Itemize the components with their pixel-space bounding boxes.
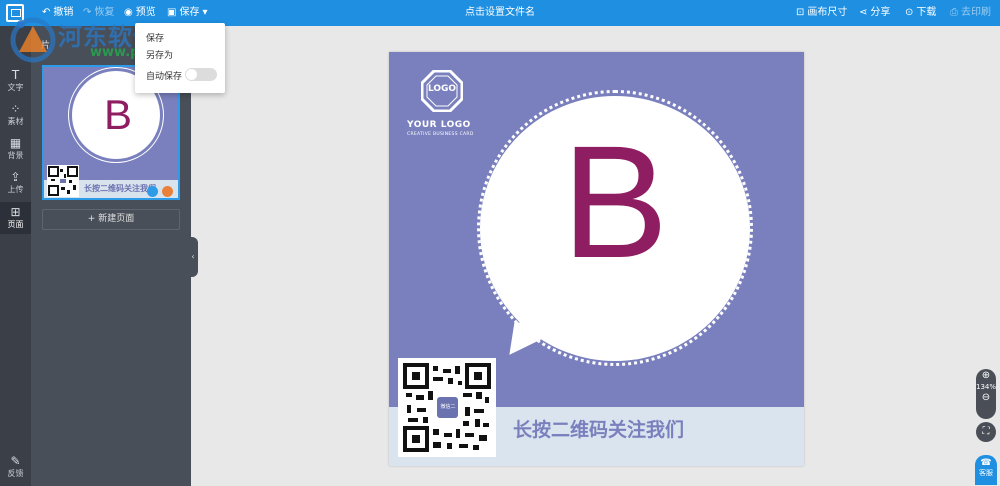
plus-icon: + <box>87 214 99 224</box>
panel-collapse-handle[interactable]: ‹ <box>188 237 198 277</box>
card-caption[interactable]: 长按二维码关注我们 <box>513 415 684 442</box>
background-icon: ▦ <box>9 136 22 150</box>
logo-text[interactable]: YOUR LOGO <box>407 120 471 130</box>
share-icon: ⋖ <box>859 7 868 18</box>
thumb-letter: B <box>103 91 132 138</box>
left-tool-rail: T 文字 ⁘ 素材 ▦ 背景 ⇪ 上传 ⊞ 页面 ✎ 反馈 <box>0 26 31 486</box>
thumb-qr-code <box>47 165 79 197</box>
logo-mark-text: LOGO <box>427 84 457 94</box>
speech-pointer <box>509 321 557 355</box>
rail-item-upload[interactable]: ⇪ 上传 <box>0 170 31 195</box>
headset-icon: ☎ <box>980 458 992 468</box>
service-label: 客服 <box>979 469 993 477</box>
copy-page-icon[interactable] <box>147 186 158 197</box>
chevron-left-icon: ‹ <box>191 252 195 261</box>
watermark <box>5 12 61 71</box>
canvas-size-icon: ⊡ <box>796 7 805 18</box>
qr-center-label: 微信二 <box>440 404 456 410</box>
download-button[interactable]: ⊙ 下载 <box>905 0 936 26</box>
save-dropdown-menu: 保存 另存为 自动保存 <box>135 23 225 93</box>
rail-item-page[interactable]: ⊞ 页面 <box>0 202 31 234</box>
autosave-label: 自动保存 <box>146 72 183 82</box>
zoom-in-icon[interactable]: ⊕ <box>976 369 996 383</box>
print-icon: ⎙ <box>950 7 958 18</box>
big-letter[interactable]: B <box>480 102 750 302</box>
fit-screen-button[interactable]: ⛶ <box>976 422 996 442</box>
share-button[interactable]: ⋖ 分享 <box>859 0 890 26</box>
feedback-icon: ✎ <box>10 454 21 468</box>
logo-subtitle[interactable]: CREATIVE BUSINESS CARD <box>407 132 474 137</box>
material-icon: ⁘ <box>10 102 21 116</box>
rail-item-text[interactable]: T 文字 <box>0 68 31 93</box>
rail-item-feedback[interactable]: ✎ 反馈 <box>0 454 31 479</box>
customer-service-button[interactable]: ☎ 客服 <box>975 455 997 485</box>
logo-octagon-icon[interactable]: LOGO <box>420 69 464 113</box>
print-button[interactable]: ⎙ 去印刷 <box>950 0 991 26</box>
zoom-level: 134% <box>976 383 997 391</box>
file-name-title[interactable]: 点击设置文件名 <box>465 7 535 18</box>
fit-screen-icon: ⛶ <box>982 426 990 437</box>
design-canvas[interactable]: LOGO YOUR LOGO CREATIVE BUSINESS CARD B <box>389 52 804 466</box>
zoom-control: ⊕ 134% ⊖ <box>976 369 996 419</box>
menu-item-save-as[interactable]: 另存为 <box>146 48 173 61</box>
menu-item-save[interactable]: 保存 <box>146 31 164 44</box>
qr-code[interactable]: 微信二 <box>398 358 496 457</box>
delete-page-icon[interactable] <box>162 186 173 197</box>
page-icon: ⊞ <box>10 205 21 219</box>
new-page-button[interactable]: + 新建页面 <box>42 209 180 230</box>
upload-icon: ⇪ <box>10 170 21 184</box>
watermark-logo-icon <box>10 17 56 63</box>
autosave-toggle[interactable] <box>185 68 217 81</box>
rail-item-material[interactable]: ⁘ 素材 <box>0 102 31 127</box>
rail-item-background[interactable]: ▦ 背景 <box>0 136 31 161</box>
page-panel: 片 B 长按二维码关注我们 + 新建页面 <box>31 26 191 486</box>
canvas-size-button[interactable]: ⊡ 画布尺寸 <box>796 0 847 26</box>
zoom-out-icon[interactable]: ⊖ <box>976 391 996 405</box>
download-icon: ⊙ <box>905 7 914 18</box>
thumb-caption: 长按二维码关注我们 <box>84 184 156 193</box>
